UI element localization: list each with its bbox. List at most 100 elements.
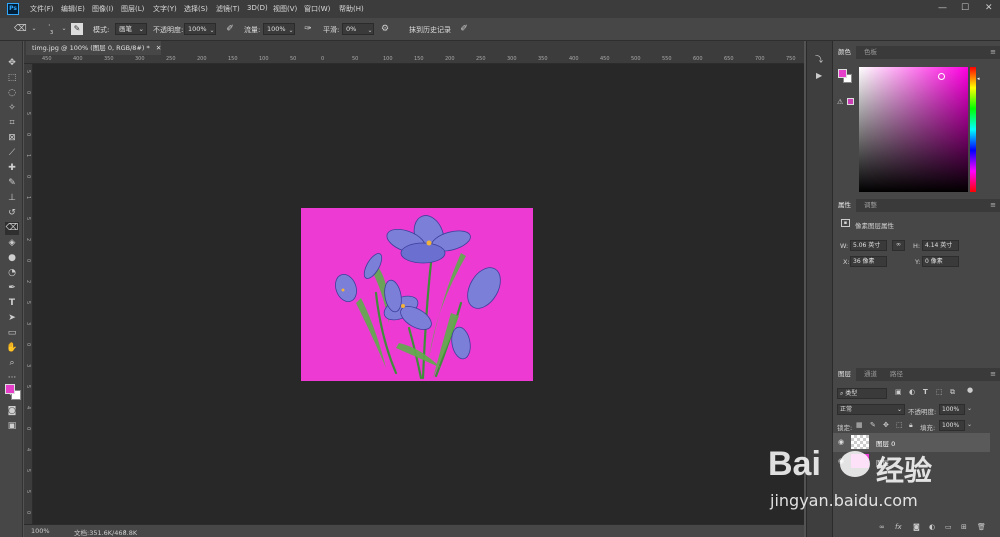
brush-preview-icon[interactable]: · xyxy=(48,21,51,30)
brush-tool-icon[interactable]: ✎ xyxy=(5,177,19,190)
width-field[interactable]: 5.06 英寸 xyxy=(850,240,887,251)
mask-icon[interactable]: ◙ xyxy=(913,523,920,531)
document-tab[interactable]: timg.jpg @ 100% (图层 0, RGB/8#) * ✕ xyxy=(26,41,161,55)
move-tool-icon[interactable]: ✥ xyxy=(5,57,19,70)
paint-bucket-tool-icon[interactable]: ◈ xyxy=(5,237,19,250)
shape-tool-icon[interactable]: ▭ xyxy=(5,327,19,340)
height-field[interactable]: 4.14 英寸 xyxy=(922,240,959,251)
menu-select[interactable]: 选择(S) xyxy=(184,4,208,14)
chevron-down-icon[interactable]: ⌄ xyxy=(285,25,297,37)
lock-all-icon[interactable]: 🔒︎ xyxy=(909,421,913,430)
close-icon[interactable]: ✕ xyxy=(985,3,993,13)
path-selection-tool-icon[interactable]: ➤ xyxy=(5,312,19,325)
filter-pixel-icon[interactable]: ▣ xyxy=(895,388,902,396)
eye-icon[interactable]: ◉ xyxy=(838,457,844,465)
warning-icon[interactable]: ⚠ xyxy=(837,98,843,106)
brush-size[interactable]: 3 xyxy=(50,30,53,36)
menu-filter[interactable]: 滤镜(T) xyxy=(216,4,240,14)
brush-settings-icon[interactable]: ✎ xyxy=(71,23,83,35)
trash-icon[interactable]: 🗑︎ xyxy=(977,523,986,531)
photoshop-logo-icon[interactable]: Ps xyxy=(7,3,19,15)
tab-color[interactable]: 颜色 xyxy=(833,46,856,59)
menu-image[interactable]: 图像(I) xyxy=(92,4,114,14)
filter-adjustment-icon[interactable]: ◐ xyxy=(909,388,915,396)
chevron-down-icon[interactable]: ⌄ xyxy=(967,405,972,412)
crop-tool-icon[interactable]: ⌗ xyxy=(5,117,19,130)
layer-row[interactable]: ◉ 图层 xyxy=(833,452,990,471)
color-field[interactable] xyxy=(859,67,968,192)
y-field[interactable]: 0 像素 xyxy=(922,256,959,267)
clone-stamp-tool-icon[interactable]: ⊥ xyxy=(5,192,19,205)
chevron-down-icon[interactable]: ⌄ xyxy=(967,421,972,428)
menu-view[interactable]: 视图(V) xyxy=(273,4,297,14)
panel-menu-icon[interactable]: ≡ xyxy=(990,201,996,209)
zoom-level[interactable]: 100% xyxy=(31,527,50,535)
history-brush-tool-icon[interactable]: ↺ xyxy=(5,207,19,220)
pressure-opacity-icon[interactable]: ✐ xyxy=(224,23,236,35)
panel-menu-icon[interactable]: ≡ xyxy=(990,48,996,56)
eyedropper-tool-icon[interactable]: ⟋ xyxy=(5,147,19,160)
pressure-size-icon[interactable]: ✐ xyxy=(458,23,470,35)
menu-file[interactable]: 文件(F) xyxy=(30,4,54,14)
web-safe-color-swatch[interactable] xyxy=(847,98,854,105)
quick-mask-icon[interactable]: ◙ xyxy=(5,405,19,418)
blur-tool-icon[interactable]: ● xyxy=(5,252,19,265)
maximize-icon[interactable]: ☐ xyxy=(961,3,969,13)
filter-type-icon[interactable]: T xyxy=(923,388,928,396)
tab-properties[interactable]: 属性 xyxy=(833,199,856,212)
tab-channels[interactable]: 通道 xyxy=(859,368,882,381)
layer-filter-select[interactable]: ⌕ 类型 xyxy=(837,388,887,399)
lasso-tool-icon[interactable]: ◌ xyxy=(5,87,19,100)
hue-slider[interactable] xyxy=(970,67,976,192)
lock-transparency-icon[interactable]: ▦ xyxy=(856,421,863,429)
filter-smart-object-icon[interactable]: ⧉ xyxy=(950,388,955,397)
chevron-down-icon[interactable]: ⌄ xyxy=(28,23,40,35)
dodge-tool-icon[interactable]: ◔ xyxy=(5,267,19,280)
eraser-tool-icon[interactable]: ⌫ xyxy=(5,222,19,235)
hand-tool-icon[interactable]: ✋ xyxy=(5,342,19,355)
magic-wand-tool-icon[interactable]: ✧ xyxy=(5,102,19,115)
minimize-icon[interactable]: — xyxy=(938,3,947,13)
mode-select[interactable]: 画笔 ⌄ xyxy=(115,23,147,35)
fill-field[interactable]: 100% xyxy=(939,420,965,431)
gear-icon[interactable]: ⚙ xyxy=(379,23,391,35)
group-icon[interactable]: ▭ xyxy=(945,523,952,531)
new-layer-icon[interactable]: ⊞ xyxy=(961,523,967,531)
menu-layer[interactable]: 图层(L) xyxy=(121,4,144,14)
eye-icon[interactable]: ◉ xyxy=(838,438,844,446)
screen-mode-icon[interactable]: ▣ xyxy=(5,420,19,433)
panel-menu-icon[interactable]: ≡ xyxy=(990,370,996,378)
tab-paths[interactable]: 路径 xyxy=(885,368,908,381)
eraser-preset-icon[interactable]: ⌫ xyxy=(14,23,27,35)
link-dimensions-icon[interactable]: ∞ xyxy=(892,240,905,251)
hue-slider-marker[interactable]: ◂ xyxy=(977,76,980,82)
zoom-tool-icon[interactable]: ⌕ xyxy=(5,357,19,370)
airbrush-icon[interactable]: ✑ xyxy=(302,23,314,35)
pen-tool-icon[interactable]: ✒ xyxy=(5,282,19,295)
link-icon[interactable]: ∞ xyxy=(879,523,885,531)
menu-window[interactable]: 窗口(W) xyxy=(304,4,330,14)
layer-row[interactable]: ◉ 图层 0 xyxy=(833,433,990,452)
adjustment-icon[interactable]: ◐ xyxy=(929,523,935,531)
close-icon[interactable]: ✕ xyxy=(156,44,161,52)
chevron-right-icon[interactable]: › xyxy=(124,527,127,535)
healing-brush-tool-icon[interactable]: ✚ xyxy=(5,162,19,175)
tab-swatches[interactable]: 色板 xyxy=(859,46,882,59)
lock-artboard-icon[interactable]: ⬚ xyxy=(896,421,903,429)
menu-help[interactable]: 帮助(H) xyxy=(339,4,364,14)
chevron-down-icon[interactable]: ⌄ xyxy=(206,25,218,37)
menu-3d[interactable]: 3D(D) xyxy=(247,4,268,12)
marquee-tool-icon[interactable]: ⬚ xyxy=(5,72,19,85)
frame-tool-icon[interactable]: ⊠ xyxy=(5,132,19,145)
lock-position-icon[interactable]: ✥ xyxy=(883,421,889,429)
fx-icon[interactable]: fx xyxy=(895,523,902,531)
chevron-down-icon[interactable]: ⌄ xyxy=(364,25,376,37)
type-tool-icon[interactable]: T xyxy=(5,297,19,310)
menu-edit[interactable]: 编辑(E) xyxy=(61,4,85,14)
menu-type[interactable]: 文字(Y) xyxy=(153,4,177,14)
x-field[interactable]: 36 像素 xyxy=(850,256,887,267)
color-picker-cursor[interactable] xyxy=(938,73,945,80)
filter-toggle-icon[interactable]: ● xyxy=(967,386,973,394)
foreground-color-swatch[interactable] xyxy=(838,69,847,78)
actions-play-icon[interactable]: ▶ xyxy=(816,71,822,80)
